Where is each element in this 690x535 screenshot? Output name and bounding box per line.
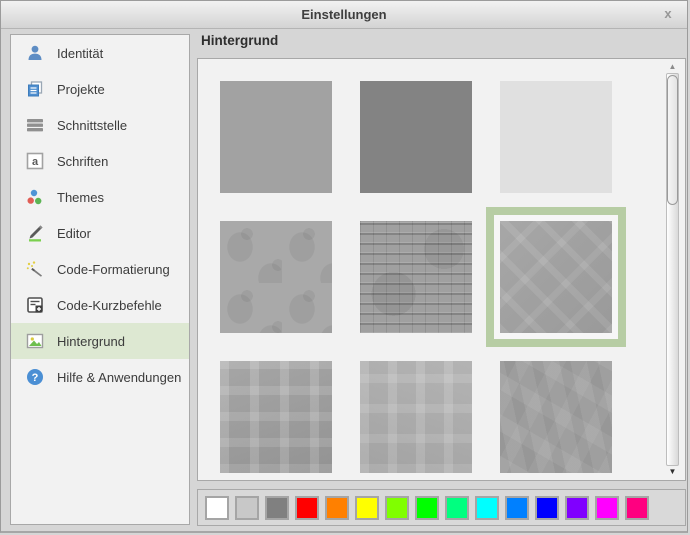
sidebar-item-label: Code-Kurzbefehle xyxy=(57,298,162,313)
thumbnail-confetti-pattern xyxy=(500,361,612,473)
color-swatch-blue[interactable] xyxy=(535,496,559,520)
svg-text:?: ? xyxy=(31,372,38,384)
image-icon xyxy=(25,332,44,351)
sidebar-item-themes[interactable]: Themes xyxy=(11,179,189,215)
person-icon xyxy=(25,44,44,63)
bars-icon xyxy=(25,116,44,135)
sidebar-item-code-formatierung[interactable]: Code-Formatierung xyxy=(11,251,189,287)
sidebar-item-label: Code-Formatierung xyxy=(57,262,170,277)
sidebar-item-label: Editor xyxy=(57,226,91,241)
sidebar-item-label: Schriften xyxy=(57,154,108,169)
background-thumbnail[interactable] xyxy=(220,221,332,333)
background-thumbnail[interactable] xyxy=(220,81,332,193)
thumbnail-solid-medium-gray xyxy=(220,81,332,193)
sidebar-item-projekte[interactable]: Projekte xyxy=(11,71,189,107)
sidebar-item-schriften[interactable]: a Schriften xyxy=(11,143,189,179)
thumbnail-brick-pattern xyxy=(360,221,472,333)
background-thumbnail[interactable] xyxy=(360,361,472,473)
background-thumbnail-selected[interactable] xyxy=(500,221,612,333)
sidebar-item-code-kurzbefehle[interactable]: Code-Kurzbefehle xyxy=(11,287,189,323)
color-swatch-green[interactable] xyxy=(415,496,439,520)
color-dots-icon xyxy=(25,188,44,207)
sidebar-item-hintergrund[interactable]: Hintergrund xyxy=(11,323,189,359)
sidebar-item-label: Projekte xyxy=(57,82,105,97)
window-title: Einstellungen xyxy=(1,7,687,22)
color-swatch-dark-gray[interactable] xyxy=(265,496,289,520)
background-thumbnail[interactable] xyxy=(360,221,472,333)
color-swatch-violet[interactable] xyxy=(565,496,589,520)
color-swatch-yellow[interactable] xyxy=(355,496,379,520)
sidebar-item-label: Hintergrund xyxy=(57,334,125,349)
background-thumbnail[interactable] xyxy=(500,81,612,193)
sidebar-item-editor[interactable]: Editor xyxy=(11,215,189,251)
sidebar-item-schnittstelle[interactable]: Schnittstelle xyxy=(11,107,189,143)
pencil-icon xyxy=(25,224,44,243)
titlebar: Einstellungen x xyxy=(1,1,687,29)
background-thumbnail[interactable] xyxy=(360,81,472,193)
sidebar-item-identitaet[interactable]: Identität xyxy=(11,35,189,71)
snippet-plus-icon xyxy=(25,296,44,315)
color-swatch-bar xyxy=(197,489,686,526)
color-swatch-cyan[interactable] xyxy=(475,496,499,520)
sidebar-item-label: Hilfe & Anwendungen xyxy=(57,370,181,385)
page-title: Hintergrund xyxy=(201,33,278,48)
thumbnail-maze-pattern xyxy=(220,361,332,473)
scrollbar-track[interactable] xyxy=(666,73,679,466)
thumbnail-grid xyxy=(220,81,612,473)
color-swatch-magenta[interactable] xyxy=(595,496,619,520)
sidebar-item-hilfe-anwendungen[interactable]: ? Hilfe & Anwendungen xyxy=(11,359,189,395)
thumbnail-solid-light-gray xyxy=(500,81,612,193)
thumbnail-diagonal-maze-pattern xyxy=(500,221,612,333)
scrollbar-thumb[interactable] xyxy=(667,75,678,205)
color-swatch-orange[interactable] xyxy=(325,496,349,520)
sidebar-item-label: Identität xyxy=(57,46,103,61)
settings-sidebar: Identität Projekte Schnittstelle a Schri… xyxy=(10,34,190,525)
thumbnail-maze-pattern-light xyxy=(360,361,472,473)
magic-wand-icon xyxy=(25,260,44,279)
background-thumbnail[interactable] xyxy=(220,361,332,473)
color-swatch-pink[interactable] xyxy=(625,496,649,520)
color-swatch-chartreuse[interactable] xyxy=(385,496,409,520)
scroll-up-icon[interactable]: ▲ xyxy=(665,62,680,72)
color-swatch-light-gray[interactable] xyxy=(235,496,259,520)
thumbnail-solid-dark-gray xyxy=(360,81,472,193)
documents-icon xyxy=(25,80,44,99)
svg-text:a: a xyxy=(31,156,38,168)
scroll-down-icon[interactable]: ▼ xyxy=(665,467,680,477)
color-swatch-azure[interactable] xyxy=(505,496,529,520)
background-thumbnail[interactable] xyxy=(500,361,612,473)
color-swatch-red[interactable] xyxy=(295,496,319,520)
question-circle-icon: ? xyxy=(25,368,44,387)
letter-a-icon: a xyxy=(25,152,44,171)
sidebar-item-label: Themes xyxy=(57,190,104,205)
background-thumbnail-panel: ▲ ▼ xyxy=(197,58,686,481)
color-swatch-spring-green[interactable] xyxy=(445,496,469,520)
thumbnail-bird-pattern xyxy=(220,221,332,333)
sidebar-item-label: Schnittstelle xyxy=(57,118,127,133)
close-icon[interactable]: x xyxy=(660,6,676,22)
settings-window: Einstellungen x Identität Projekte Schni… xyxy=(0,0,688,533)
vertical-scrollbar: ▲ ▼ xyxy=(665,61,680,478)
color-swatch-white[interactable] xyxy=(205,496,229,520)
